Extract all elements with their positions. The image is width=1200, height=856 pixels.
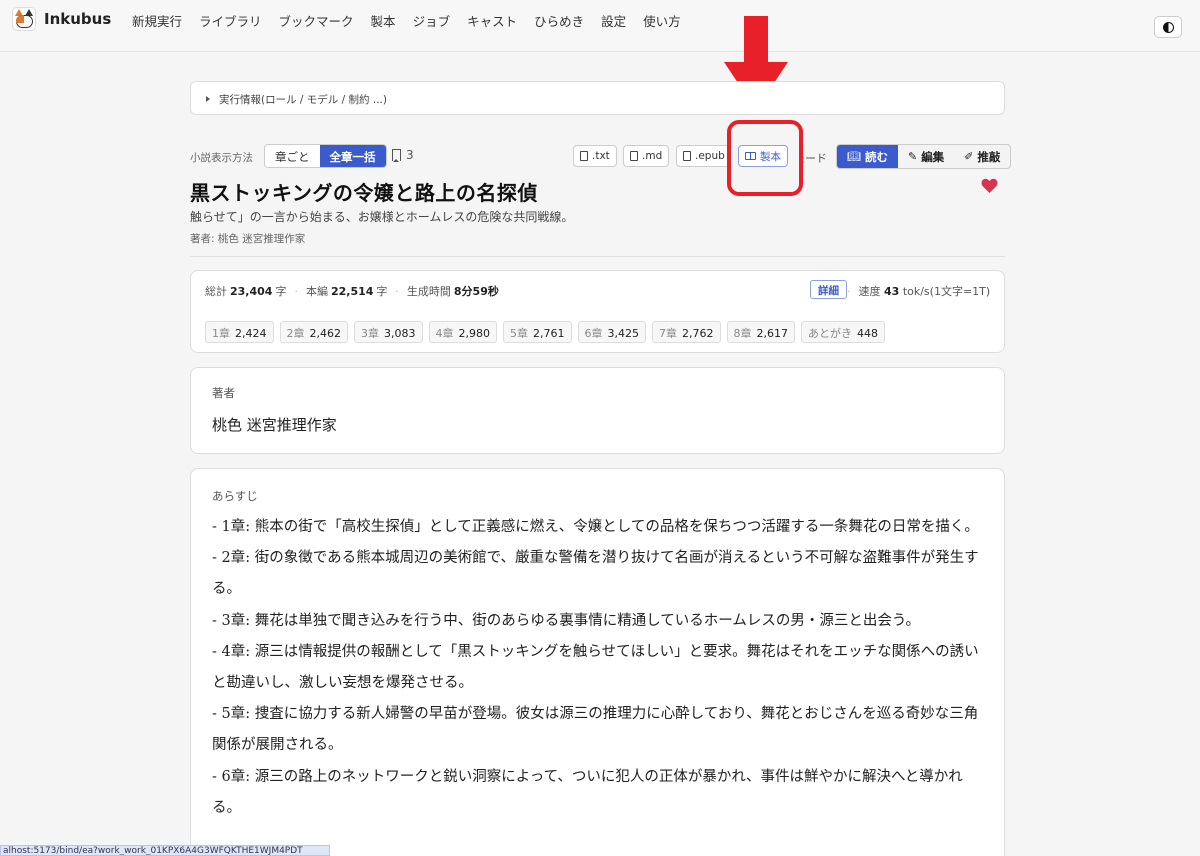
bookmark-icon <box>392 149 401 162</box>
cat-logo-icon <box>12 7 36 31</box>
chapter-chip[interactable]: 5章 2,761 <box>503 321 572 343</box>
top-navbar: Inkubus 新規実行 ライブラリ ブックマーク 製本 ジョブ キャスト ひら… <box>0 0 1200 52</box>
synopsis-line: - 5章: 捜査に協力する新人婦警の早苗が登場。彼女は源三の推理力に心酔しており… <box>212 706 979 754</box>
chapter-chip[interactable]: 3章 3,083 <box>354 321 423 343</box>
display-method-toggle: 章ごと 全章一括 <box>264 144 387 168</box>
export-txt-label: .txt <box>592 150 610 162</box>
mode-edit-button[interactable]: ✎ 編集 <box>898 145 954 168</box>
main-nav: 新規実行 ライブラリ ブックマーク 製本 ジョブ キャスト ひらめき 設定 使い… <box>132 11 698 30</box>
total-unit: 字 <box>275 285 287 298</box>
run-info-label: 実行情報(ロール / モデル / 制約 ...) <box>219 94 387 106</box>
chapter-chip[interactable]: 6章 3,425 <box>577 321 646 343</box>
chapter-chip[interactable]: 7章 2,762 <box>652 321 721 343</box>
feather-icon: ✐ <box>964 150 974 163</box>
contrast-icon <box>1162 21 1174 33</box>
link-status-bar: alhost:5173/bind/ea?work_work_01KPX6A4G3… <box>0 845 330 856</box>
nav-jobs[interactable]: ジョブ <box>413 11 451 30</box>
chapter-chip[interactable]: あとがき 448 <box>801 321 885 343</box>
chapter-count-chips: 1章 2,424 2章 2,462 3章 3,083 4章 2,980 5章 2,761 … <box>205 321 891 343</box>
mode-revise-button[interactable]: ✐ 推敲 <box>954 145 1010 168</box>
author-card: 著者 桃色 迷宮推理作家 <box>190 367 1005 454</box>
gen-time-label: 生成時間 <box>406 285 451 298</box>
title-divider <box>190 256 1005 257</box>
bookmark-count: 3 <box>406 148 414 162</box>
synopsis-line: - 1章: 熊本の街で「高校生探偵」として正義感に燃え、令嬢としての品格を保ちつ… <box>212 519 979 535</box>
mode-read-button[interactable]: 📖︎ 読む <box>837 145 898 168</box>
chapter-chip[interactable]: 2章 2,462 <box>279 321 348 343</box>
synopsis-line: - 2章: 街の象徴である熊本城周辺の美術館で、厳重な警備を潜り抜けて名画が消え… <box>212 550 979 598</box>
synopsis-line: - 4章: 源三は情報提供の報酬として「黒ストッキングを触らせてほしい」と要求。… <box>212 643 979 692</box>
markdown-file-icon <box>630 151 638 161</box>
display-method-label: 小説表示方法 <box>190 152 253 164</box>
speed-readout: · 速度 43 tok/s(1文字=1T) <box>847 285 991 298</box>
body-unit: 字 <box>376 285 388 298</box>
book-icon: 📖︎ <box>847 150 861 163</box>
display-per-chapter-button[interactable]: 章ごと <box>265 145 320 167</box>
synopsis-body: - 1章: 熊本の街で「高校生探偵」として正義感に燃え、令嬢としての品格を保ちつ… <box>212 512 987 824</box>
body-count: 22,514 <box>330 284 374 298</box>
nav-settings[interactable]: 設定 <box>601 11 626 30</box>
nav-library[interactable]: ライブラリ <box>199 11 262 30</box>
export-md-label: .md <box>642 150 663 162</box>
annotation-highlight-box <box>727 120 803 196</box>
body-label: 本編 <box>305 285 328 298</box>
gen-time-value: 8分59秒 <box>453 285 499 298</box>
nav-bookmarks[interactable]: ブックマーク <box>279 11 354 30</box>
annotation-arrow-shaft <box>744 16 768 64</box>
display-all-chapters-button[interactable]: 全章一括 <box>319 145 386 167</box>
stats-summary: 総計 23,404 字 · 本編 22,514 字 · 生成時間 8分59秒 <box>205 284 499 299</box>
nav-cast[interactable]: キャスト <box>467 11 517 30</box>
chapter-chip[interactable]: 1章 2,424 <box>205 321 274 343</box>
synopsis-card: あらすじ - 1章: 熊本の街で「高校生探偵」として正義感に燃え、令嬢としての品… <box>190 468 1005 856</box>
brand-name: Inkubus <box>44 10 112 28</box>
chapter-chip[interactable]: 8章 2,617 <box>726 321 795 343</box>
synopsis-line: - 6章: 源三の路上のネットワークと鋭い洞察によって、ついに犯人の正体が暴かれ… <box>212 768 963 816</box>
total-count: 23,404 <box>230 284 273 298</box>
favorite-heart-icon[interactable] <box>981 178 998 193</box>
total-label: 総計 <box>205 285 227 298</box>
brand[interactable]: Inkubus <box>12 7 111 31</box>
synopsis-label: あらすじ <box>212 489 258 503</box>
file-icon <box>580 151 588 161</box>
stats-card: 総計 23,404 字 · 本編 22,514 字 · 生成時間 8分59秒 詳… <box>190 270 1005 353</box>
nav-help[interactable]: 使い方 <box>643 11 681 30</box>
epub-file-icon <box>683 151 691 161</box>
bookmark-button[interactable]: 3 <box>392 148 414 162</box>
theme-toggle-button[interactable] <box>1154 16 1182 38</box>
disclosure-triangle-icon <box>206 96 210 102</box>
mode-toggle: 📖︎ 読む ✎ 編集 ✐ 推敲 <box>836 144 1012 169</box>
details-button[interactable]: 詳細 <box>810 280 847 299</box>
nav-ideas[interactable]: ひらめき <box>534 11 584 30</box>
synopsis-line: - 3章: 舞花は単独で聞き込みを行う中、街のあらゆる裏事情に精通しているホーム… <box>212 612 920 629</box>
export-txt-button[interactable]: .txt <box>573 145 617 167</box>
mode-label: モード <box>803 152 827 165</box>
chapter-chip[interactable]: 4章 2,980 <box>428 321 497 343</box>
pencil-icon: ✎ <box>907 150 918 163</box>
nav-binding[interactable]: 製本 <box>371 11 396 30</box>
novel-title: 黒ストッキングの令嬢と路上の名探偵 <box>190 181 538 205</box>
author-name: 桃色 迷宮推理作家 <box>212 416 337 434</box>
export-epub-label: .epub <box>695 150 725 162</box>
novel-subtitle: 触らせて」の一言から始まる、お嬢様とホームレスの危険な共同戦線。 <box>190 210 574 224</box>
export-md-button[interactable]: .md <box>623 145 670 167</box>
export-epub-button[interactable]: .epub <box>676 145 732 167</box>
run-info-toggle[interactable]: 実行情報(ロール / モデル / 制約 ...) <box>190 81 1005 115</box>
author-card-label: 著者 <box>212 386 235 400</box>
nav-new-run[interactable]: 新規実行 <box>132 11 182 30</box>
novel-byline: 著者: 桃色 迷宮推理作家 <box>190 233 306 245</box>
